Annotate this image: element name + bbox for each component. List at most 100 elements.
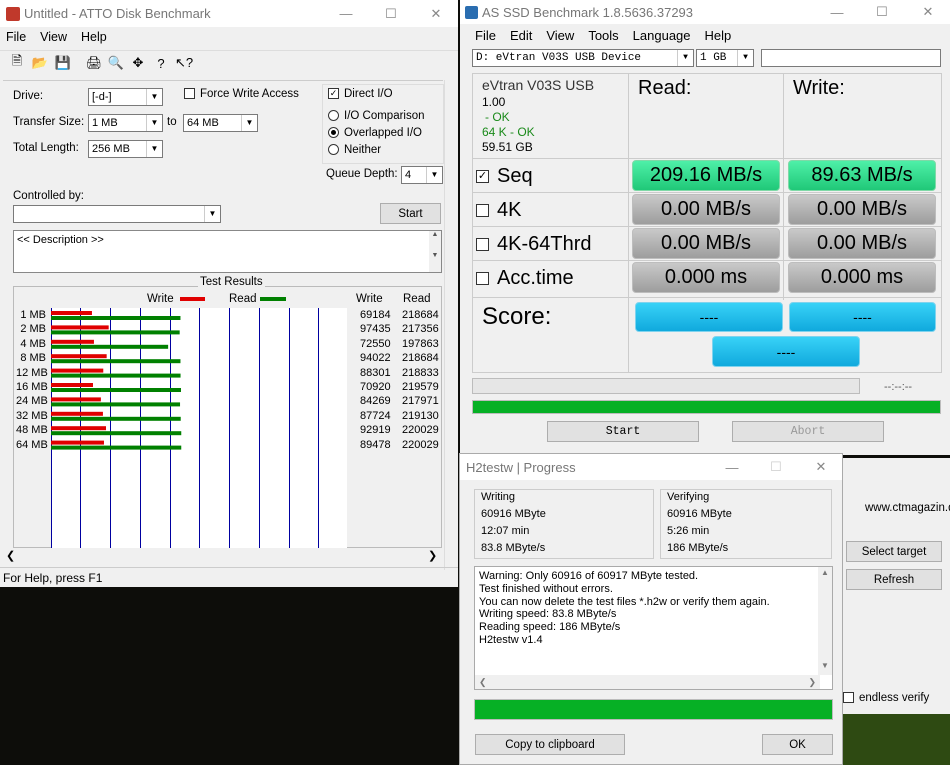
close-button[interactable]: ✕	[799, 454, 842, 480]
transfer-from-select[interactable]: 1 MB ▼	[88, 114, 163, 132]
menu-view[interactable]: View	[40, 30, 67, 44]
abort-button[interactable]: Abort	[732, 421, 884, 442]
legend-write-swatch	[180, 297, 205, 301]
neither-radio[interactable]: Neither	[328, 144, 381, 156]
write-bar	[51, 397, 101, 402]
write-result: 0.00 MB/s	[788, 194, 936, 225]
read-bar	[51, 373, 181, 378]
maximize-button[interactable]: ☐	[369, 0, 413, 27]
log-scrollbar[interactable]: ▲ ▼	[818, 567, 832, 675]
test-checkbox-acctime[interactable]: Acc.time	[476, 265, 574, 291]
read-result: 0.000 ms	[632, 262, 780, 293]
menu-tools[interactable]: Tools	[588, 28, 618, 43]
menu-edit[interactable]: Edit	[510, 28, 532, 43]
col-write-header: Write	[356, 293, 383, 305]
total-length-select[interactable]: 256 MB ▼	[88, 140, 163, 158]
row-divider	[472, 297, 942, 298]
row-read-value: 220029	[402, 438, 439, 451]
help-icon[interactable]: ?	[151, 53, 171, 73]
test-checkbox-seq[interactable]: ✓ Seq	[476, 163, 533, 189]
menu-file[interactable]: File	[475, 28, 496, 43]
checkbox[interactable]	[476, 237, 489, 251]
menu-view[interactable]: View	[546, 28, 574, 43]
refresh-button[interactable]: Refresh	[846, 569, 942, 590]
ok-button[interactable]: OK	[762, 734, 833, 755]
row-write-value: 72550	[360, 337, 391, 350]
asssd-start-button[interactable]: Start	[547, 421, 699, 442]
log-hscrollbar[interactable]: ❮ ❯	[475, 675, 820, 689]
write-header: Write:	[793, 77, 845, 99]
description-scrollbar[interactable]: ▲ ▼	[429, 231, 441, 272]
context-help-icon[interactable]: ↖?	[174, 53, 194, 73]
text-field[interactable]	[761, 49, 941, 67]
save-icon[interactable]: 💾	[53, 53, 73, 73]
scroll-left-icon[interactable]: ❮	[6, 549, 15, 562]
checkbox[interactable]	[476, 271, 489, 285]
maximize-button[interactable]: ☐	[754, 454, 798, 480]
minimize-button[interactable]: —	[710, 454, 754, 480]
device-select[interactable]: D: eVtran V03S USB Device ▼	[472, 49, 694, 67]
description-box[interactable]: << Description >> ▲ ▼	[13, 230, 442, 273]
queue-depth-select[interactable]: 4 ▼	[401, 166, 443, 184]
select-target-button[interactable]: Select target	[846, 541, 942, 562]
overlapped-io-radio[interactable]: Overlapped I/O	[328, 127, 422, 139]
print-icon[interactable]: 🖨	[84, 53, 104, 73]
row-write-value: 94022	[360, 352, 391, 365]
scroll-right-icon[interactable]: ❯	[428, 549, 437, 562]
force-write-checkbox[interactable]: Force Write Access	[184, 88, 299, 100]
legend-read-swatch	[260, 297, 286, 301]
test-checkbox-4k64thrd[interactable]: 4K-64Thrd	[476, 231, 592, 257]
chevron-down-icon: ▼	[737, 50, 753, 66]
print-preview-icon[interactable]: 🔍	[106, 53, 126, 73]
controlled-by-select[interactable]: ▼	[13, 205, 221, 223]
h2testw-titlebar: H2testw | Progress — ☐ ✕	[460, 454, 842, 480]
copy-to-clipboard-button[interactable]: Copy to clipboard	[475, 734, 625, 755]
results-scrollbar[interactable]: ❮ ❯	[0, 548, 440, 564]
new-icon[interactable]: 🗎	[7, 53, 27, 73]
h2-progress-fill	[475, 700, 832, 719]
read-bar	[51, 416, 181, 421]
close-button[interactable]: ✕	[906, 0, 950, 24]
menu-file[interactable]: File	[6, 30, 26, 44]
row-read-value: 218833	[402, 366, 439, 379]
row-size-label: 24 MB	[16, 395, 48, 408]
close-button[interactable]: ✕	[414, 0, 458, 27]
write-bar	[51, 311, 92, 315]
benchmark-icon[interactable]: ✥	[128, 53, 148, 73]
row-write-value: 69184	[360, 309, 391, 321]
transfer-to-select[interactable]: 64 MB ▼	[183, 114, 258, 132]
asssd-menubar: File Edit View Tools Language Help	[475, 28, 745, 43]
checkbox[interactable]	[476, 203, 489, 217]
minimize-button[interactable]: —	[324, 0, 368, 27]
read-bar	[51, 445, 182, 450]
vertical-scrollbar[interactable]	[444, 80, 458, 570]
write-bar	[51, 383, 93, 387]
drive-name: eVtran V03S USB	[482, 77, 595, 93]
io-comparison-radio[interactable]: I/O Comparison	[328, 110, 425, 122]
row-size-label: 2 MB	[20, 323, 46, 336]
checkbox[interactable]: ✓	[476, 169, 489, 183]
log-box[interactable]: Warning: Only 60916 of 60917 MByte teste…	[474, 566, 833, 690]
atto-window: Untitled - ATTO Disk Benchmark — ☐ ✕ Fil…	[0, 0, 458, 587]
total-length-label: Total Length:	[13, 142, 79, 154]
maximize-button[interactable]: ☐	[860, 0, 904, 24]
score-total: ----	[712, 336, 860, 367]
verifying-size: 60916 MByte	[667, 508, 732, 520]
direct-io-checkbox[interactable]: ✓ Direct I/O	[328, 88, 393, 100]
row-divider	[472, 192, 942, 193]
menu-language[interactable]: Language	[633, 28, 691, 43]
start-button[interactable]: Start	[380, 203, 441, 224]
menu-help[interactable]: Help	[81, 30, 107, 44]
size-select[interactable]: 1 GB ▼	[696, 49, 754, 67]
menu-help[interactable]: Help	[705, 28, 732, 43]
row-read-value: 219130	[402, 409, 439, 422]
drive-info: eVtran V03S USB 1.00 - OK 64 K - OK 59.5…	[482, 78, 594, 155]
drive-select[interactable]: [-d-] ▼	[88, 88, 163, 106]
endless-verify-checkbox[interactable]: endless verify	[843, 692, 929, 704]
test-checkbox-4k[interactable]: 4K	[476, 197, 521, 223]
open-icon[interactable]: 📂	[30, 53, 50, 73]
website-url: www.ctmagazin.de	[865, 502, 950, 514]
drive-capacity: 59.51 GB	[482, 140, 533, 154]
minimize-button[interactable]: —	[815, 0, 859, 24]
asssd-window: AS SSD Benchmark 1.8.5636.37293 — ☐ ✕ Fi…	[460, 0, 950, 455]
